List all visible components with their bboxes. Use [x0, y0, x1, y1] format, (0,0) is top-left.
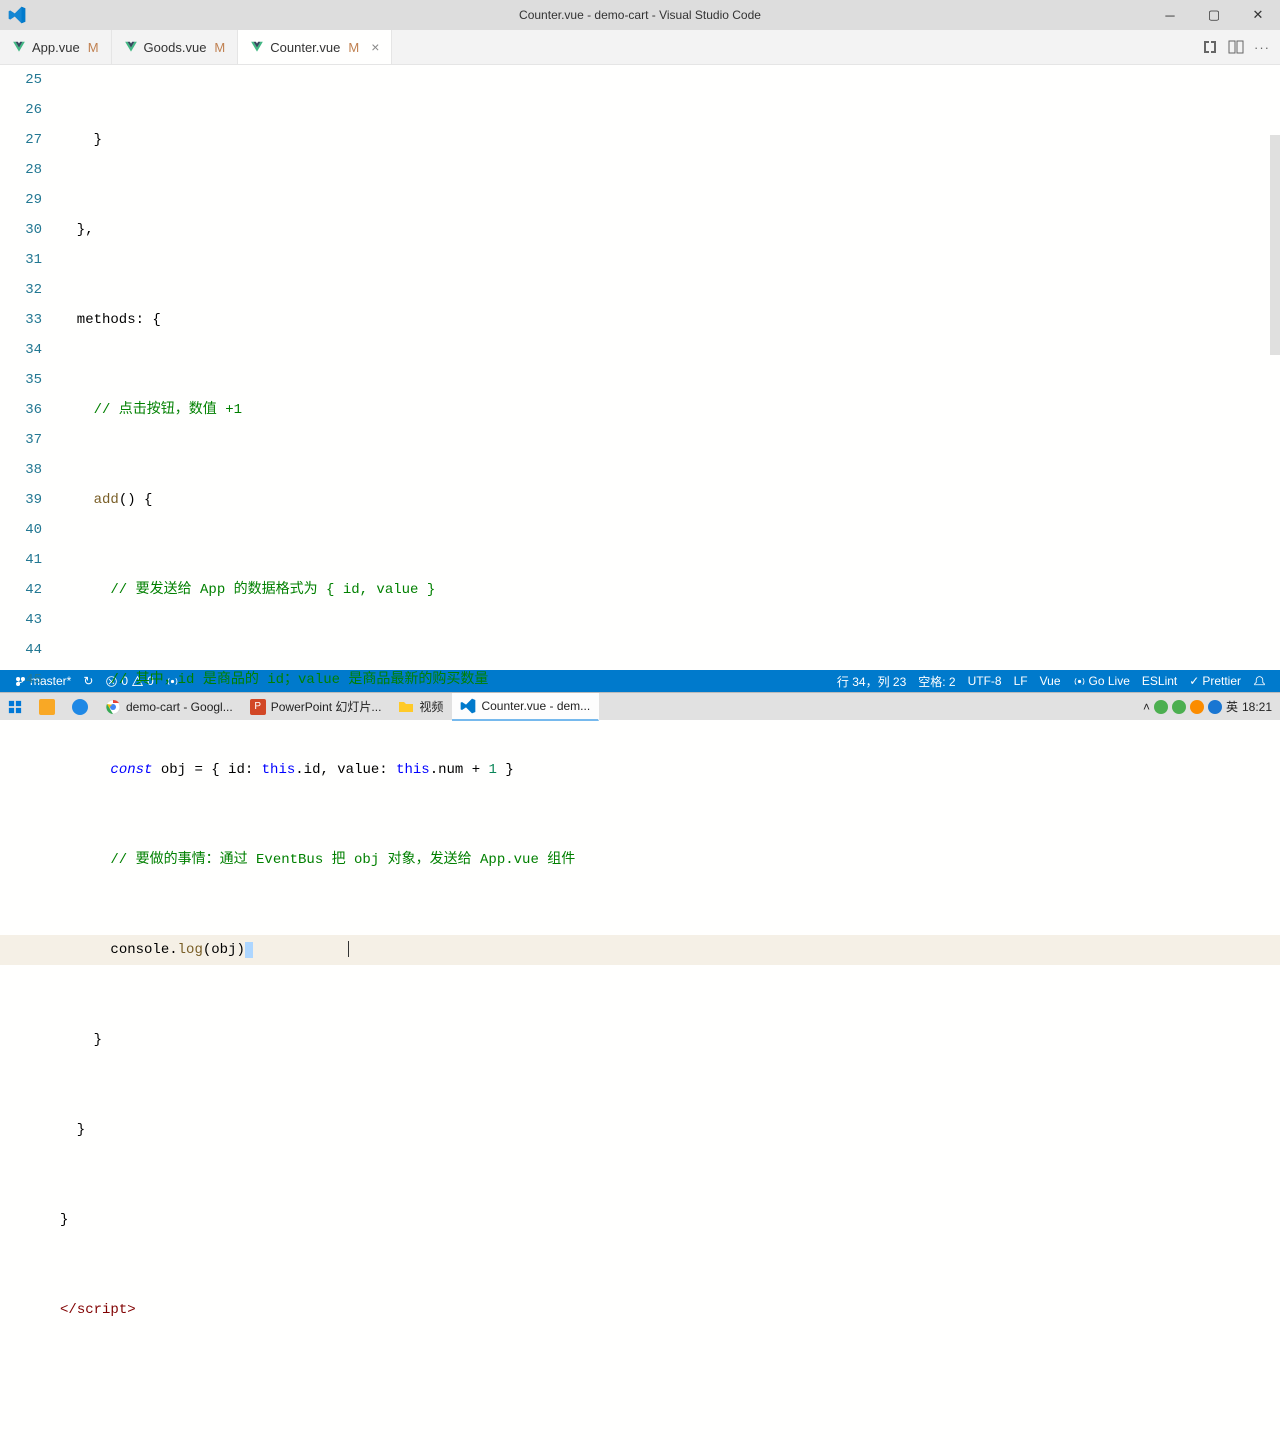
code-line: }: [60, 1205, 1280, 1235]
tab-bar: App.vue M Goods.vue M Counter.vue M × ···: [0, 30, 1280, 65]
vue-icon: [250, 40, 264, 54]
code-line: [60, 1385, 1280, 1415]
code-line: </script>: [60, 1295, 1280, 1325]
modified-badge: M: [88, 40, 99, 55]
tab-label: App.vue: [32, 40, 80, 55]
code-line: // 其中，id 是商品的 id；value 是商品最新的购买数量: [60, 665, 1280, 695]
tab-counter-vue[interactable]: Counter.vue M ×: [238, 30, 392, 64]
code-line: console.log(obj): [60, 935, 1280, 965]
maximize-button[interactable]: ▢: [1192, 0, 1236, 30]
code-line: }: [60, 1025, 1280, 1055]
tab-label: Goods.vue: [144, 40, 207, 55]
code-line: methods: {: [60, 305, 1280, 335]
code-line: }: [60, 125, 1280, 155]
scrollbar-vertical[interactable]: [1266, 65, 1280, 670]
titlebar: Counter.vue - demo-cart - Visual Studio …: [0, 0, 1280, 30]
window-title: Counter.vue - demo-cart - Visual Studio …: [519, 8, 761, 22]
code-line: // 点击按钮，数值 +1: [60, 395, 1280, 425]
line-gutter: 2526272829303132333435363738394041424344…: [0, 65, 60, 670]
tab-label: Counter.vue: [270, 40, 340, 55]
split-icon[interactable]: [1228, 39, 1244, 55]
code-line: const obj = { id: this.id, value: this.n…: [60, 755, 1280, 785]
code-line: },: [60, 215, 1280, 245]
editor[interactable]: 2526272829303132333435363738394041424344…: [0, 65, 1280, 670]
vue-icon: [12, 40, 26, 54]
more-icon[interactable]: ···: [1254, 40, 1270, 55]
cursor: [348, 941, 349, 957]
tab-goods-vue[interactable]: Goods.vue M: [112, 30, 239, 64]
modified-badge: M: [348, 40, 359, 55]
code-area[interactable]: } }, methods: { // 点击按钮，数值 +1 add() { //…: [60, 65, 1280, 670]
compare-icon[interactable]: [1202, 39, 1218, 55]
code-line: // 要发送给 App 的数据格式为 { id, value }: [60, 575, 1280, 605]
tab-app-vue[interactable]: App.vue M: [0, 30, 112, 64]
code-line: add() {: [60, 485, 1280, 515]
close-icon[interactable]: ×: [371, 39, 379, 55]
minimize-button[interactable]: ─: [1148, 0, 1192, 30]
code-line: }: [60, 1115, 1280, 1145]
close-button[interactable]: ✕: [1236, 0, 1280, 30]
modified-badge: M: [214, 40, 225, 55]
code-line: // 要做的事情：通过 EventBus 把 obj 对象，发送给 App.vu…: [60, 845, 1280, 875]
vscode-logo-icon: [8, 6, 26, 24]
vue-icon: [124, 40, 138, 54]
start-button[interactable]: [0, 693, 31, 721]
